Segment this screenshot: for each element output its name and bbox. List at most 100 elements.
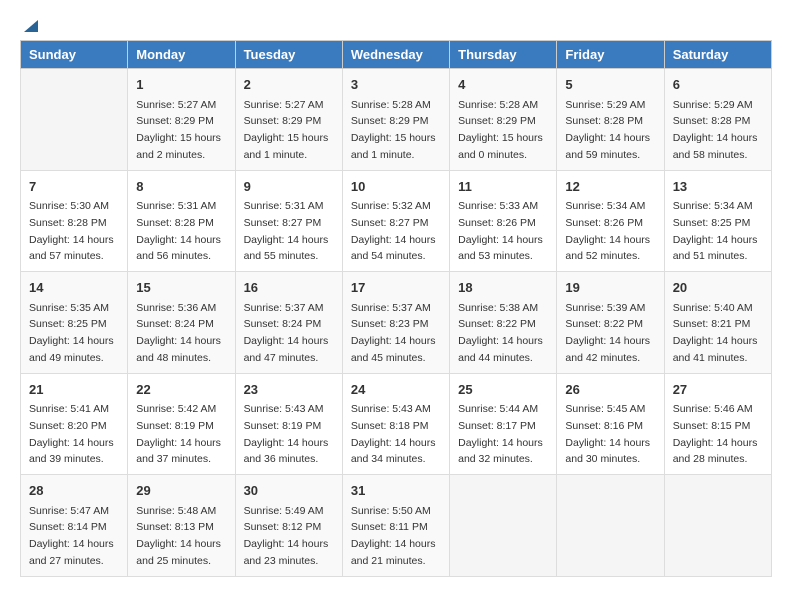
day-info: Sunrise: 5:34 AM — [565, 200, 645, 212]
day-number: 17 — [351, 278, 441, 298]
day-info: and 37 minutes. — [136, 453, 211, 465]
day-info: Sunrise: 5:50 AM — [351, 505, 431, 517]
day-info: Sunrise: 5:32 AM — [351, 200, 431, 212]
day-number: 31 — [351, 481, 441, 501]
calendar-cell: 31 Sunrise: 5:50 AM Sunset: 8:11 PM Dayligh… — [342, 475, 449, 577]
day-info: Sunrise: 5:36 AM — [136, 302, 216, 314]
calendar-cell: 3Sunrise: 5:28 AMSunset: 8:29 PMDaylight… — [342, 69, 449, 171]
day-info: Daylight: 14 hours — [29, 437, 114, 449]
day-info: Daylight: 14 hours — [244, 437, 329, 449]
day-info: Daylight: 14 hours — [565, 437, 650, 449]
day-info: Daylight: 14 hours — [673, 234, 758, 246]
calendar-header-friday: Friday — [557, 41, 664, 69]
calendar-cell: 8Sunrise: 5:31 AMSunset: 8:28 PMDaylight… — [128, 170, 235, 272]
day-info: and 41 minutes. — [673, 352, 748, 364]
day-number: 11 — [458, 177, 548, 197]
day-info: Sunset: 8:29 PM — [351, 115, 429, 127]
day-number: 25 — [458, 380, 548, 400]
calendar-cell: 6Sunrise: 5:29 AMSunset: 8:28 PMDaylight… — [664, 69, 771, 171]
calendar-cell: 10Sunrise: 5:32 AMSunset: 8:27 PMDayligh… — [342, 170, 449, 272]
calendar-week-row: 28Sunrise: 5:47 AMSunset: 8:14 PMDayligh… — [21, 475, 772, 577]
day-info: and 55 minutes. — [244, 250, 319, 262]
day-info: Daylight: 14 hours — [565, 335, 650, 347]
calendar-cell: 21Sunrise: 5:41 AMSunset: 8:20 PMDayligh… — [21, 373, 128, 475]
calendar-cell: 18Sunrise: 5:38 AMSunset: 8:22 PMDayligh… — [450, 272, 557, 374]
day-number: 19 — [565, 278, 655, 298]
day-info: Daylight: 14 hours — [136, 437, 221, 449]
day-info: and 42 minutes. — [565, 352, 640, 364]
calendar-cell: 4Sunrise: 5:28 AMSunset: 8:29 PMDaylight… — [450, 69, 557, 171]
calendar-cell: 7Sunrise: 5:30 AMSunset: 8:28 PMDaylight… — [21, 170, 128, 272]
day-info: Sunset: 8:21 PM — [673, 318, 751, 330]
day-info: Sunset: 8:26 PM — [565, 217, 643, 229]
day-info: Daylight: 14 hours — [244, 234, 329, 246]
day-number: 26 — [565, 380, 655, 400]
day-info: Sunset: 8:17 PM — [458, 420, 536, 432]
calendar-cell: 15Sunrise: 5:36 AMSunset: 8:24 PMDayligh… — [128, 272, 235, 374]
calendar-cell — [21, 69, 128, 171]
day-number: 27 — [673, 380, 763, 400]
day-number: 13 — [673, 177, 763, 197]
calendar-header-monday: Monday — [128, 41, 235, 69]
calendar-cell: 20Sunrise: 5:40 AMSunset: 8:21 PMDayligh… — [664, 272, 771, 374]
day-info: and 27 minutes. — [29, 555, 104, 567]
day-info: Sunrise: 5:27 AM — [136, 99, 216, 111]
day-info: Sunset: 8:12 PM — [244, 521, 322, 533]
day-number: 16 — [244, 278, 334, 298]
day-info: Daylight: 15 hours — [351, 132, 436, 144]
day-info: Daylight: 14 hours — [244, 335, 329, 347]
calendar-table: SundayMondayTuesdayWednesdayThursdayFrid… — [20, 40, 772, 577]
day-info: Sunset: 8:28 PM — [136, 217, 214, 229]
day-info: Daylight: 15 hours — [244, 132, 329, 144]
day-info: Sunset: 8:13 PM — [136, 521, 214, 533]
day-info: Sunrise: 5:29 AM — [673, 99, 753, 111]
day-number: 30 — [244, 481, 334, 501]
day-info: Sunset: 8:28 PM — [673, 115, 751, 127]
day-info: Sunset: 8:11 PM — [351, 521, 428, 533]
day-info: Sunset: 8:25 PM — [673, 217, 751, 229]
day-info: Sunset: 8:29 PM — [136, 115, 214, 127]
day-number: 3 — [351, 75, 441, 95]
day-info: Sunrise: 5:31 AM — [136, 200, 216, 212]
day-info: Sunrise: 5:39 AM — [565, 302, 645, 314]
day-number: 24 — [351, 380, 441, 400]
day-info: and 1 minute. — [244, 149, 308, 161]
day-number: 9 — [244, 177, 334, 197]
calendar-header-row: SundayMondayTuesdayWednesdayThursdayFrid… — [21, 41, 772, 69]
calendar-week-row: 7Sunrise: 5:30 AMSunset: 8:28 PMDaylight… — [21, 170, 772, 272]
day-number: 10 — [351, 177, 441, 197]
day-info: and 34 minutes. — [351, 453, 426, 465]
calendar-cell: 9Sunrise: 5:31 AMSunset: 8:27 PMDaylight… — [235, 170, 342, 272]
day-info: Sunset: 8:27 PM — [244, 217, 322, 229]
calendar-header-tuesday: Tuesday — [235, 41, 342, 69]
calendar-cell: 1Sunrise: 5:27 AMSunset: 8:29 PMDaylight… — [128, 69, 235, 171]
day-info: Daylight: 14 hours — [351, 437, 436, 449]
day-number: 1 — [136, 75, 226, 95]
calendar-cell: 23Sunrise: 5:43 AMSunset: 8:19 PMDayligh… — [235, 373, 342, 475]
day-info: Sunrise: 5:48 AM — [136, 505, 216, 517]
calendar-cell: 5Sunrise: 5:29 AMSunset: 8:28 PMDaylight… — [557, 69, 664, 171]
calendar-week-row: 21Sunrise: 5:41 AMSunset: 8:20 PMDayligh… — [21, 373, 772, 475]
day-info: and 25 minutes. — [136, 555, 211, 567]
day-info: Sunset: 8:29 PM — [458, 115, 536, 127]
calendar-week-row: 14Sunrise: 5:35 AMSunset: 8:25 PMDayligh… — [21, 272, 772, 374]
day-info: Daylight: 14 hours — [351, 538, 436, 550]
day-info: Daylight: 14 hours — [458, 437, 543, 449]
calendar-cell — [450, 475, 557, 577]
calendar-cell: 22Sunrise: 5:42 AMSunset: 8:19 PMDayligh… — [128, 373, 235, 475]
day-info: Sunset: 8:18 PM — [351, 420, 429, 432]
calendar-cell — [557, 475, 664, 577]
day-info: Sunrise: 5:40 AM — [673, 302, 753, 314]
day-info: Daylight: 14 hours — [244, 538, 329, 550]
day-info: Sunset: 8:27 PM — [351, 217, 429, 229]
day-info: Sunrise: 5:34 AM — [673, 200, 753, 212]
day-info: Sunset: 8:25 PM — [29, 318, 107, 330]
day-info: Sunrise: 5:43 AM — [244, 403, 324, 415]
day-number: 21 — [29, 380, 119, 400]
day-info: Sunset: 8:20 PM — [29, 420, 107, 432]
day-info: and 49 minutes. — [29, 352, 104, 364]
day-info: and 0 minutes. — [458, 149, 527, 161]
calendar-cell: 19Sunrise: 5:39 AMSunset: 8:22 PMDayligh… — [557, 272, 664, 374]
day-info: Sunset: 8:14 PM — [29, 521, 107, 533]
day-info: Sunrise: 5:47 AM — [29, 505, 109, 517]
